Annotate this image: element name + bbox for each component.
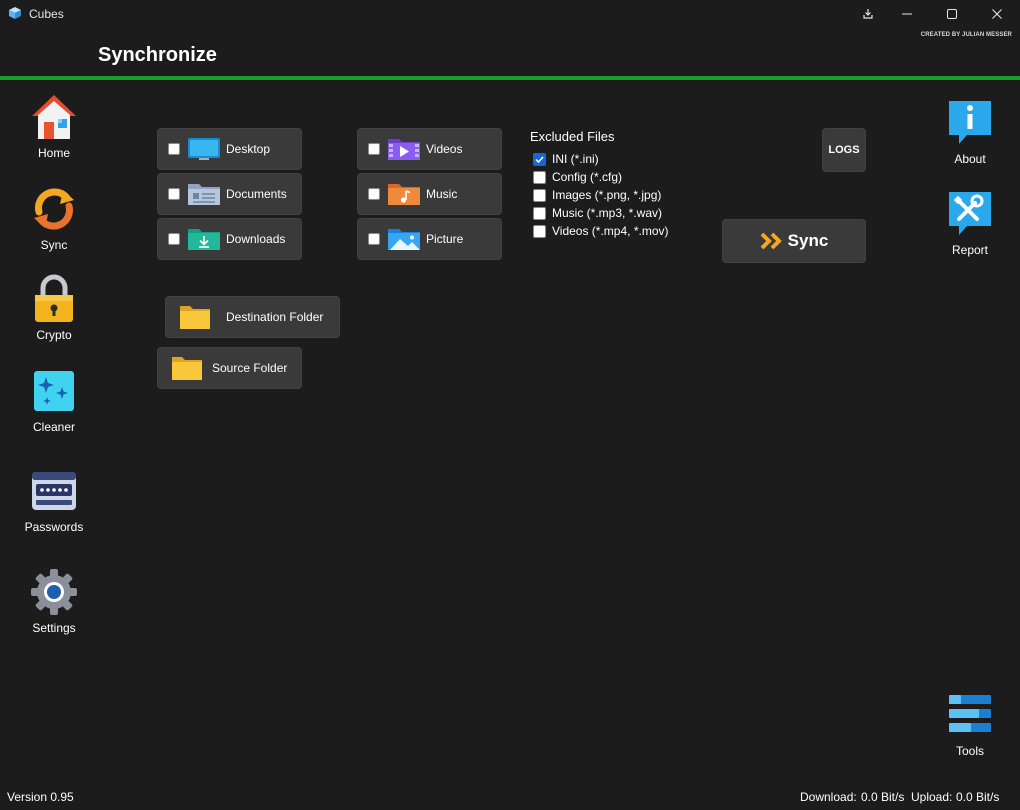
download-label: Download:	[800, 790, 857, 804]
nav-label-cleaner: Cleaner	[32, 420, 76, 434]
ini-label: INI (*.ini)	[552, 152, 599, 166]
picture-checkbox[interactable]	[368, 233, 380, 245]
excluded-files-title: Excluded Files	[530, 129, 615, 144]
upload-label: Upload:	[911, 790, 953, 804]
documents-label: Documents	[226, 187, 287, 201]
nav-label-crypto: Crypto	[36, 328, 72, 342]
home-icon	[29, 92, 79, 142]
videos-exclude-label: Videos (*.mp4, *.mov)	[552, 224, 669, 238]
close-icon[interactable]	[975, 0, 1019, 28]
videos-exclude-checkbox[interactable]	[533, 224, 546, 238]
excluded-config[interactable]: Config (*.cfg)	[533, 169, 622, 185]
page-title: Synchronize	[98, 44, 217, 66]
folder-picture[interactable]: Picture	[357, 218, 502, 260]
images-checkbox[interactable]	[533, 188, 546, 202]
nav-label-settings: Settings	[32, 621, 76, 635]
videos-checkbox[interactable]	[368, 143, 380, 155]
header-accent-line	[0, 76, 1020, 80]
downloads-checkbox[interactable]	[168, 233, 180, 245]
downloads-label: Downloads	[226, 232, 286, 246]
config-checkbox[interactable]	[533, 170, 546, 184]
gear-icon	[29, 567, 79, 617]
logs-button[interactable]: LOGS	[822, 128, 866, 172]
nav-cleaner[interactable]: Cleaner	[14, 366, 94, 446]
sparkle-icon	[29, 366, 79, 416]
password-icon	[29, 466, 79, 516]
double-chevron-icon	[760, 232, 782, 250]
nav-report[interactable]: Report	[930, 189, 1010, 269]
folder-music[interactable]: Music	[357, 173, 502, 215]
nav-label-home: Home	[37, 146, 70, 160]
pin-icon[interactable]	[846, 0, 890, 28]
excluded-images[interactable]: Images (*.png, *.jpg)	[533, 187, 661, 203]
version-label: Version 0.95	[7, 790, 74, 804]
desktop-label: Desktop	[226, 142, 271, 156]
music-checkbox[interactable]	[368, 188, 380, 200]
desktop-icon	[187, 136, 221, 162]
source-folder-label: Source Folder	[212, 361, 288, 375]
nav-label-report: Report	[951, 243, 989, 257]
nav-home[interactable]: Home	[14, 92, 94, 172]
documents-checkbox[interactable]	[168, 188, 180, 200]
excluded-music[interactable]: Music (*.mp3, *.wav)	[533, 205, 662, 221]
nav-passwords[interactable]: Passwords	[14, 466, 94, 546]
checkmark-icon	[535, 155, 544, 163]
cube-app-icon	[8, 6, 22, 20]
nav-sync[interactable]: Sync	[14, 184, 94, 264]
sync-button[interactable]: Sync	[722, 219, 866, 263]
videos-label: Videos	[426, 142, 463, 156]
info-icon	[945, 98, 995, 148]
maximize-icon[interactable]	[930, 0, 974, 28]
images-label: Images (*.png, *.jpg)	[552, 188, 662, 202]
nav-crypto[interactable]: Crypto	[14, 274, 94, 354]
music-icon	[387, 181, 421, 207]
music-exclude-checkbox[interactable]	[533, 206, 546, 220]
sync-button-label: Sync	[787, 231, 829, 250]
minimize-icon[interactable]	[885, 0, 929, 28]
nav-label-tools: Tools	[955, 744, 984, 758]
source-folder-button[interactable]: Source Folder	[157, 347, 302, 389]
lock-icon	[29, 274, 79, 324]
nav-tools[interactable]: Tools	[930, 690, 1010, 770]
destination-folder-label: Destination Folder	[226, 310, 324, 324]
toolbox-icon	[945, 690, 995, 740]
excluded-ini[interactable]: INI (*.ini)	[533, 151, 599, 167]
sync-icon	[29, 184, 79, 234]
downloads-icon	[187, 226, 221, 252]
folder-icon	[178, 303, 212, 331]
upload-value: 0.0 Bit/s	[956, 790, 1000, 804]
config-label: Config (*.cfg)	[552, 170, 623, 184]
desktop-checkbox[interactable]	[168, 143, 180, 155]
excluded-videos[interactable]: Videos (*.mp4, *.mov)	[533, 223, 669, 239]
music-exclude-label: Music (*.mp3, *.wav)	[552, 206, 663, 220]
videos-icon	[387, 136, 421, 162]
folder-videos[interactable]: Videos	[357, 128, 502, 170]
picture-label: Picture	[426, 232, 464, 246]
created-by-label: CREATED BY JULIAN MESSER	[920, 32, 1012, 38]
folder-downloads[interactable]: Downloads	[157, 218, 302, 260]
window-title: Cubes	[29, 7, 64, 21]
nav-about[interactable]: About	[930, 98, 1010, 178]
ini-checkbox[interactable]	[533, 152, 546, 166]
music-label: Music	[426, 187, 458, 201]
download-value: 0.0 Bit/s	[861, 790, 905, 804]
nav-label-passwords: Passwords	[24, 520, 84, 534]
nav-label-sync: Sync	[40, 238, 68, 252]
folder-icon	[170, 354, 204, 382]
destination-folder-button[interactable]: Destination Folder	[165, 296, 340, 338]
documents-icon	[187, 181, 221, 207]
nav-settings[interactable]: Settings	[14, 567, 94, 647]
tools-icon	[945, 189, 995, 239]
folder-desktop[interactable]: Desktop	[157, 128, 302, 170]
picture-icon	[387, 226, 421, 252]
folder-documents[interactable]: Documents	[157, 173, 302, 215]
nav-label-about: About	[954, 152, 986, 166]
